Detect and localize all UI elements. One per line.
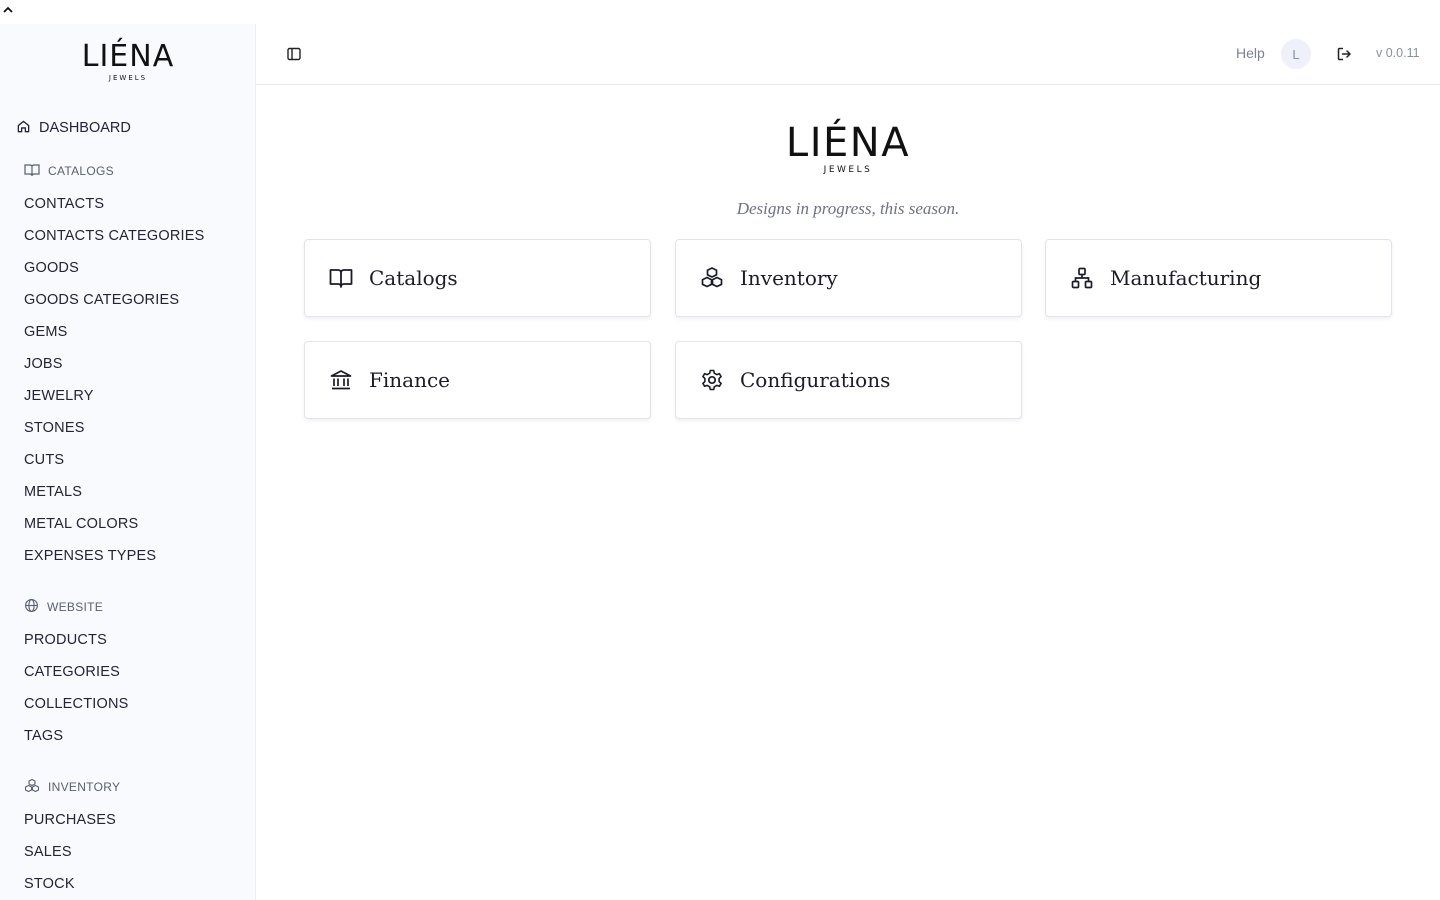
sidebar-logo[interactable]: LIÉNA JEWELS <box>0 39 256 83</box>
sidebar-item-jobs[interactable]: JOBS <box>24 354 63 374</box>
help-link[interactable]: Help <box>1236 45 1265 61</box>
sidebar-item-collections[interactable]: COLLECTIONS <box>24 694 129 714</box>
sidebar-item-stock[interactable]: STOCK <box>24 874 75 894</box>
section-catalogs: CATALOGS <box>24 162 114 180</box>
sidebar-item-sales[interactable]: SALES <box>24 842 72 862</box>
boxes-icon <box>700 266 724 290</box>
sidebar-item-metals[interactable]: METALS <box>24 482 82 502</box>
logout-icon[interactable] <box>1334 44 1354 64</box>
sidebar-item-cuts[interactable]: CUTS <box>24 450 64 470</box>
globe-icon <box>24 598 39 616</box>
card-inventory[interactable]: Inventory <box>675 239 1022 317</box>
card-label: Finance <box>369 368 450 392</box>
top-strip <box>0 0 1440 24</box>
logo-subtitle: JEWELS <box>108 74 148 82</box>
sidebar-item-label: DASHBOARD <box>39 120 131 136</box>
book-open-icon <box>329 266 353 290</box>
main-content: LIÉNA JEWELS Designs in progress, this s… <box>256 85 1440 900</box>
card-finance[interactable]: Finance <box>304 341 651 419</box>
book-open-icon <box>24 163 40 180</box>
card-label: Configurations <box>740 368 891 392</box>
sidebar-item-expenses-types[interactable]: EXPENSES TYPES <box>24 546 156 566</box>
card-label: Inventory <box>740 266 838 290</box>
hero-logo: LIÉNA JEWELS <box>256 123 1440 175</box>
card-label: Manufacturing <box>1110 266 1262 290</box>
sidebar-item-purchases[interactable]: PURCHASES <box>24 810 116 830</box>
section-website: WEBSITE <box>24 598 103 616</box>
sidebar-item-gems[interactable]: GEMS <box>24 322 68 342</box>
network-icon <box>1070 266 1094 290</box>
sidebar-item-contacts-categories[interactable]: CONTACTS CATEGORIES <box>24 226 205 246</box>
logo-wordmark: LIÉNA <box>81 39 175 74</box>
section-title: INVENTORY <box>48 780 121 794</box>
section-inventory: INVENTORY <box>24 778 120 796</box>
sidebar-item-goods-categories[interactable]: GOODS CATEGORIES <box>24 290 179 310</box>
section-title: WEBSITE <box>47 600 104 614</box>
sidebar-item-stones[interactable]: STONES <box>24 418 85 438</box>
card-manufacturing[interactable]: Manufacturing <box>1045 239 1392 317</box>
avatar[interactable]: L <box>1281 39 1311 69</box>
sidebar-item-products[interactable]: PRODUCTS <box>24 630 107 650</box>
sidebar-toggle-icon[interactable] <box>284 44 304 64</box>
gear-icon <box>700 368 724 392</box>
card-catalogs[interactable]: Catalogs <box>304 239 651 317</box>
sidebar: LIÉNA JEWELS DASHBOARD CATALOGS CONTACTS… <box>0 24 256 900</box>
sidebar-item-dashboard[interactable]: DASHBOARD <box>16 118 131 138</box>
card-configurations[interactable]: Configurations <box>675 341 1022 419</box>
sidebar-item-jewelry[interactable]: JEWELRY <box>24 386 94 406</box>
bank-icon <box>329 368 353 392</box>
tagline: Designs in progress, this season. <box>736 199 960 218</box>
top-header: Help L v 0.0.11 <box>256 24 1440 85</box>
sidebar-item-contacts[interactable]: CONTACTS <box>24 194 104 214</box>
sidebar-item-categories[interactable]: CATEGORIES <box>24 662 120 682</box>
logo-subtitle: JEWELS <box>823 165 873 175</box>
boxes-icon <box>24 778 40 797</box>
chevron-up-icon[interactable] <box>0 2 16 18</box>
sidebar-item-tags[interactable]: TAGS <box>24 726 63 746</box>
card-label: Catalogs <box>369 266 458 290</box>
version-label: v 0.0.11 <box>1376 46 1420 60</box>
home-icon <box>16 119 31 138</box>
logo-wordmark: LIÉNA <box>785 120 911 166</box>
section-title: CATALOGS <box>48 164 114 178</box>
sidebar-item-metal-colors[interactable]: METAL COLORS <box>24 514 138 534</box>
sidebar-item-goods[interactable]: GOODS <box>24 258 79 278</box>
